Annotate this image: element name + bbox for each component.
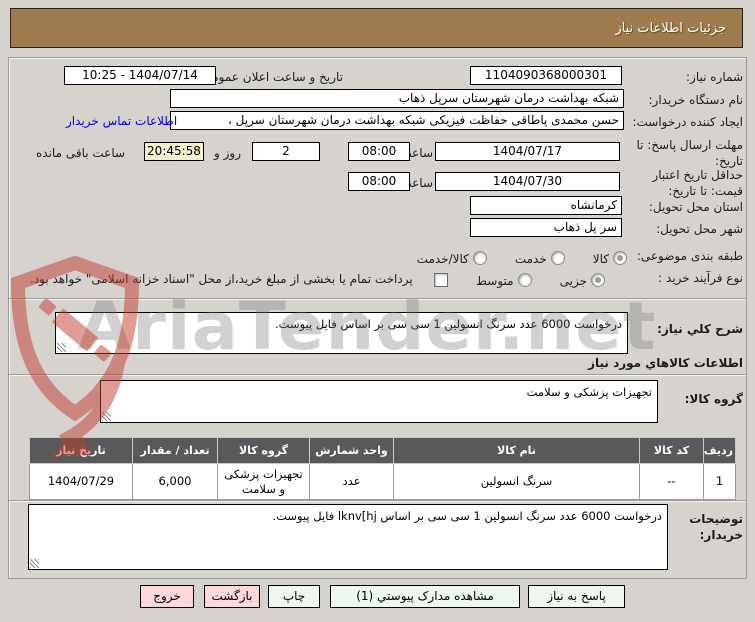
- buyer-notes-label: توضیحات خریدار:: [689, 512, 743, 542]
- announce-datetime-label: تاریخ و ساعت اعلان عمومی:: [198, 70, 343, 84]
- resize-grip-icon[interactable]: [102, 412, 111, 421]
- radio-goods[interactable]: [613, 251, 627, 265]
- col-qty: تعداد / مقدار: [132, 437, 218, 464]
- goods-section-title: اطلاعات کالاهاي مورد نیاز: [588, 356, 743, 370]
- section-divider: [9, 374, 746, 376]
- items-table: ردیف کد کالا نام کالا واحد شمارش گروه کا…: [29, 437, 736, 500]
- general-need-textarea[interactable]: درخواست 6000 عدد سرنگ انسولین 1 سی سی بر…: [55, 312, 628, 354]
- resize-grip-icon[interactable]: [30, 559, 39, 568]
- radio-service-label: خدمت: [514, 252, 547, 266]
- process-type-label: نوع فرآیند خرید :: [658, 271, 743, 285]
- cell-qty: 6,000: [132, 463, 218, 500]
- col-name: نام کالا: [393, 437, 640, 464]
- hours-remaining-label: ساعت باقی مانده: [36, 146, 126, 160]
- process-type-options: جزیی متوسط: [433, 270, 605, 289]
- classification-label: طبقه بندی موضوعی:: [636, 249, 743, 263]
- table-header-row: ردیف کد کالا نام کالا واحد شمارش گروه کا…: [29, 437, 736, 464]
- buyer-contact-link[interactable]: اطلاعات تماس خریدار: [66, 114, 177, 128]
- cell-unit: عدد: [309, 463, 394, 500]
- reply-deadline-date-field[interactable]: 1404/07/17: [435, 142, 620, 161]
- radio-service[interactable]: [550, 251, 565, 265]
- need-number-label: شماره نیاز:: [686, 70, 743, 84]
- col-row-no: ردیف: [703, 437, 736, 464]
- buyer-notes-textarea[interactable]: درخواست 6000 عدد سرنگ انسولین 1 سی سی بر…: [28, 504, 668, 570]
- days-and-label: روز و: [214, 146, 241, 160]
- delivery-province-label: استان محل تحویل:: [648, 200, 743, 214]
- radio-medium-label: متوسط: [475, 274, 514, 288]
- resize-grip-icon[interactable]: [57, 343, 66, 352]
- remaining-days-field[interactable]: 2: [252, 142, 320, 161]
- cell-name: سرنگ انسولین: [393, 463, 640, 500]
- radio-goods-service-label: کالا/خدمت: [416, 252, 469, 266]
- col-group: گروه کالا: [217, 437, 310, 464]
- general-need-label: شرح کلي نیاز:: [657, 322, 743, 336]
- cell-group: تجهیزات پزشکی و سلامت: [217, 463, 310, 500]
- col-code: کد کالا: [639, 437, 704, 464]
- reply-deadline-time-field[interactable]: 08:00: [348, 142, 410, 161]
- back-button[interactable]: بازگشت: [204, 585, 260, 608]
- table-row: 1 -- سرنگ انسولین عدد تجهیزات پزشکی و سل…: [29, 463, 736, 500]
- goods-group-textarea[interactable]: تجهیزات پزشکی و سلامت: [100, 380, 658, 423]
- treasury-checkbox-label: پرداخت تمام یا بخشی از مبلغ خرید،از محل …: [30, 272, 413, 286]
- cell-row-no: 1: [703, 463, 736, 500]
- countdown-timer: 20:45:58: [144, 142, 204, 161]
- section-divider: [9, 298, 746, 300]
- delivery-province-field[interactable]: کرمانشاه: [470, 196, 622, 215]
- need-number-field[interactable]: 1104090368000301: [470, 66, 622, 85]
- price-validity-label: حداقل تاریخ اعتبار قیمت: تا تاریخ:: [652, 168, 743, 198]
- request-creator-field[interactable]: حسن محمدی پاطاقی حفاظت فیزیکی شبکه بهداش…: [170, 111, 624, 130]
- section-divider: [9, 500, 746, 502]
- request-creator-label: ایجاد کننده درخواست:: [632, 115, 743, 129]
- classification-options: کالا خدمت کالا/خدمت: [417, 248, 627, 267]
- delivery-city-field[interactable]: سر پل ذهاب: [470, 218, 622, 237]
- cell-code: --: [639, 463, 704, 500]
- price-validity-date-field[interactable]: 1404/07/30: [435, 172, 620, 191]
- radio-goods-label: کالا: [592, 252, 609, 266]
- view-attached-docs-button[interactable]: مشاهده مدارک پیوستي (1): [330, 585, 520, 608]
- radio-partial-label: جزیی: [559, 274, 587, 288]
- announce-datetime-field[interactable]: 1404/07/14 - 10:25: [64, 66, 216, 85]
- radio-medium[interactable]: [517, 273, 532, 287]
- col-need-date: تاریخ نیاز: [29, 437, 133, 464]
- radio-goods-service[interactable]: [472, 251, 487, 265]
- cell-need-date: 1404/07/29: [29, 463, 133, 500]
- buyer-org-field[interactable]: شبکه بهداشت درمان شهرستان سرپل ذهاب: [170, 89, 624, 108]
- delivery-city-label: شهر محل تحویل:: [656, 222, 743, 236]
- col-unit: واحد شمارش: [309, 437, 394, 464]
- price-validity-time-field[interactable]: 08:00: [348, 172, 410, 191]
- page-title: جزئیات اطلاعات نیاز: [10, 8, 743, 48]
- buyer-org-label: نام دستگاه خریدار:: [648, 93, 744, 107]
- print-button[interactable]: چاپ: [268, 585, 320, 608]
- reply-deadline-label: مهلت ارسال پاسخ: تا تاریخ:: [636, 138, 743, 168]
- exit-button[interactable]: خروج: [140, 585, 194, 608]
- goods-group-label: گروه کالا:: [684, 392, 743, 406]
- radio-partial[interactable]: [591, 273, 605, 287]
- reply-to-need-button[interactable]: پاسخ به نیاز: [528, 585, 625, 608]
